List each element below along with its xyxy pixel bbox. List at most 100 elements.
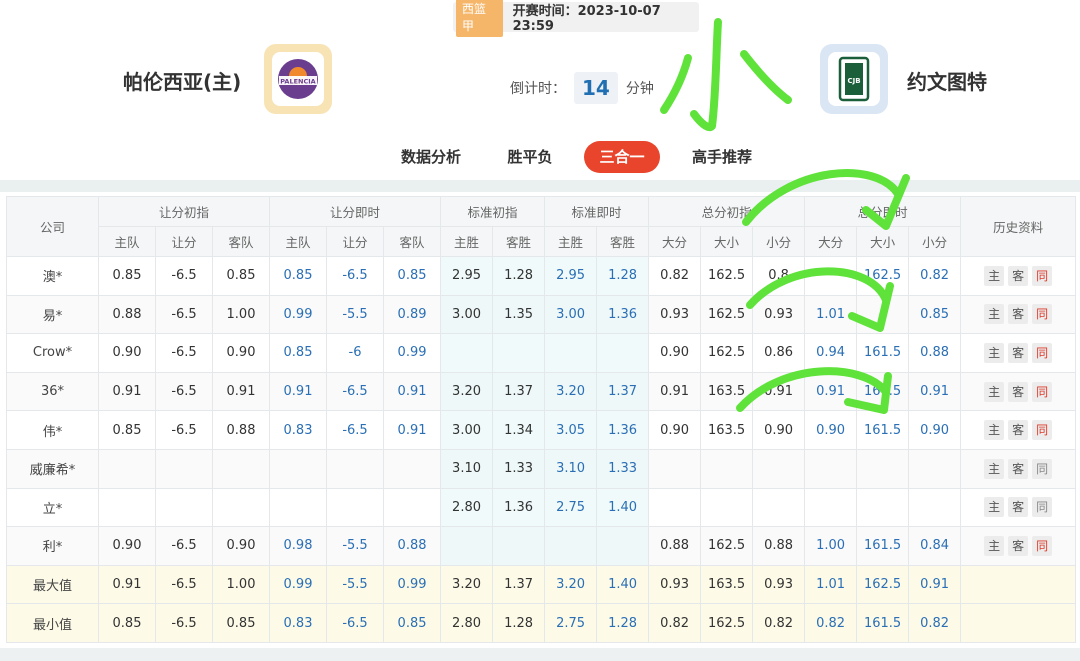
history-same-button[interactable]: 同 xyxy=(1032,342,1053,363)
away-team-logo[interactable]: CJB xyxy=(820,44,888,114)
summary-row: 最大值 0.91 -6.5 1.00 0.99 -5.5 0.99 3.20 1.37 3.20 1… xyxy=(6,564,1077,605)
league-badge[interactable]: 西篮甲 xyxy=(456,0,503,37)
history-same-button[interactable]: 同 xyxy=(1032,458,1053,479)
history-away-button[interactable]: 客 xyxy=(1008,535,1029,556)
history-home-button[interactable]: 主 xyxy=(984,381,1005,402)
tab-win-draw-lose[interactable]: 胜平负 xyxy=(500,141,560,173)
group-total-live: 总分即时 xyxy=(804,196,962,227)
sub-under: 小分 xyxy=(752,226,806,257)
history-home-button[interactable]: 主 xyxy=(984,342,1005,363)
home-team-logo[interactable]: PALENCIA xyxy=(264,44,332,114)
odds-cell: 162.5 xyxy=(700,294,754,335)
odds-cell: 0.90 xyxy=(648,333,702,373)
odds-cell: 163.5 xyxy=(700,410,754,450)
odds-cell: 3.10 xyxy=(544,448,598,489)
odds-cell xyxy=(648,487,702,528)
odds-cell xyxy=(492,526,546,566)
odds-cell: 2.75 xyxy=(544,603,598,643)
odds-cell: 0.85 xyxy=(98,603,156,643)
odds-cell xyxy=(752,448,806,489)
history-same-button[interactable]: 同 xyxy=(1032,265,1053,286)
odds-cell: 161.5 xyxy=(856,526,910,566)
company-name[interactable]: 利* xyxy=(6,526,99,566)
history-away-button[interactable]: 客 xyxy=(1008,458,1029,479)
odds-cell: -6.5 xyxy=(155,603,213,643)
away-team-name[interactable]: 约文图特 xyxy=(907,66,987,95)
odds-cell: 0.85 xyxy=(269,333,328,373)
odds-cell: 1.37 xyxy=(596,371,650,412)
tab-expert-picks[interactable]: 高手推荐 xyxy=(686,141,758,173)
odds-cell: 0.91 xyxy=(98,371,156,412)
away-logo-badge: CJB xyxy=(828,52,880,106)
history-buttons: 主客同 xyxy=(960,256,1077,296)
odds-cell: 1.33 xyxy=(492,448,546,489)
history-away-button[interactable]: 客 xyxy=(1008,265,1029,286)
odds-cell: 0.82 xyxy=(648,256,702,296)
odds-cell: 0.90 xyxy=(908,410,962,450)
odds-cell: 0.91 xyxy=(383,410,442,450)
company-name[interactable]: Crow* xyxy=(6,333,99,373)
company-name[interactable]: 澳* xyxy=(6,256,99,296)
sub-line: 大小 xyxy=(700,226,754,257)
odds-cell: 1.40 xyxy=(596,487,650,528)
odds-cell: 1.01 xyxy=(804,564,858,605)
history-away-button[interactable]: 客 xyxy=(1008,304,1029,325)
odds-cell: 3.00 xyxy=(440,294,494,335)
odds-cell: 0.93 xyxy=(752,564,806,605)
company-name[interactable]: 伟* xyxy=(6,410,99,450)
odds-cell: 1.28 xyxy=(492,603,546,643)
table-row: 澳* 0.85 -6.5 0.85 0.85 -6.5 0.85 2.95 1.28 2.95 1.… xyxy=(6,256,1077,296)
tab-bar: 数据分析 胜平负 三合一 高手推荐 xyxy=(0,138,1080,178)
sub-away: 客队 xyxy=(211,226,271,257)
odds-cell xyxy=(211,487,271,528)
odds-cell: 0.91 xyxy=(908,371,962,412)
table-header: 公司 让分初指 让分即时 标准初指 标准即时 总分初指 总分即时 历史资料 主队… xyxy=(6,196,1077,257)
odds-cell: 0.90 xyxy=(211,526,271,566)
history-home-button[interactable]: 主 xyxy=(984,420,1005,441)
history-same-button[interactable]: 同 xyxy=(1032,304,1053,325)
history-away-button[interactable]: 客 xyxy=(1008,497,1029,518)
history-home-button[interactable]: 主 xyxy=(984,304,1005,325)
odds-cell: -5.5 xyxy=(326,564,385,605)
odds-table: 公司 让分初指 让分即时 标准初指 标准即时 总分初指 总分即时 历史资料 主队… xyxy=(6,196,1077,643)
history-away-button[interactable]: 客 xyxy=(1008,381,1029,402)
history-home-button[interactable]: 主 xyxy=(984,497,1005,518)
history-same-button[interactable]: 同 xyxy=(1032,535,1053,556)
history-same-button[interactable]: 同 xyxy=(1032,497,1053,518)
company-name[interactable]: 36* xyxy=(6,371,99,412)
odds-cell: 1.37 xyxy=(492,564,546,605)
odds-cell xyxy=(383,448,442,489)
sub-away-win: 客胜 xyxy=(492,226,546,257)
company-name[interactable]: 易* xyxy=(6,294,99,335)
odds-cell: -5.5 xyxy=(326,526,385,566)
history-buttons: 主客同 xyxy=(960,448,1077,489)
sub-over: 大分 xyxy=(804,226,858,257)
odds-cell xyxy=(856,448,910,489)
odds-cell: 1.28 xyxy=(596,603,650,643)
history-away-button[interactable]: 客 xyxy=(1008,420,1029,441)
odds-cell xyxy=(544,526,598,566)
odds-cell xyxy=(804,487,858,528)
odds-cell: 0.99 xyxy=(269,564,328,605)
odds-cell: -6.5 xyxy=(326,410,385,450)
home-team-name[interactable]: 帕伦西亚(主) xyxy=(123,66,241,95)
odds-cell xyxy=(155,448,213,489)
odds-cell: 0.82 xyxy=(752,603,806,643)
history-home-button[interactable]: 主 xyxy=(984,265,1005,286)
history-same-button[interactable]: 同 xyxy=(1032,420,1053,441)
sub-home-win: 主胜 xyxy=(440,226,494,257)
home-logo-icon: PALENCIA xyxy=(278,59,318,99)
history-home-button[interactable]: 主 xyxy=(984,458,1005,479)
company-name[interactable]: 立* xyxy=(6,487,99,528)
history-home-button[interactable]: 主 xyxy=(984,535,1005,556)
history-away-button[interactable]: 客 xyxy=(1008,342,1029,363)
tab-data-analysis[interactable]: 数据分析 xyxy=(396,141,466,173)
odds-cell: 0.91 xyxy=(211,371,271,412)
history-same-button[interactable]: 同 xyxy=(1032,381,1053,402)
odds-cell: 162.5 xyxy=(700,333,754,373)
odds-cell: 3.05 xyxy=(544,410,598,450)
odds-cell: 0.85 xyxy=(98,410,156,450)
tab-three-in-one[interactable]: 三合一 xyxy=(584,141,660,173)
odds-cell: 0.90 xyxy=(98,526,156,566)
company-name[interactable]: 威廉希* xyxy=(6,448,99,489)
